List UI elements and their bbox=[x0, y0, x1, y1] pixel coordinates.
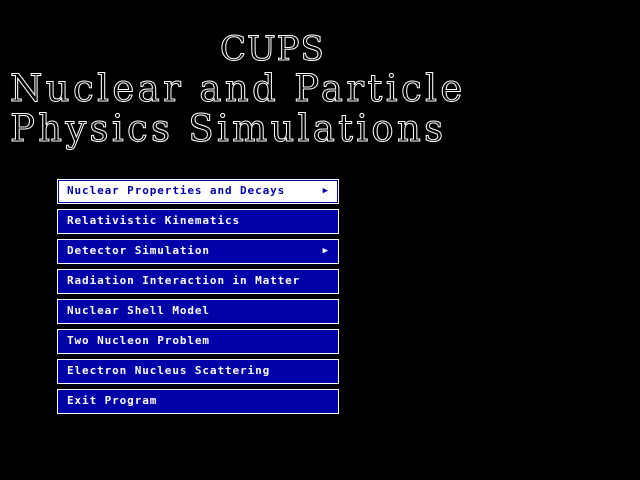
app-title: CUPS bbox=[220, 29, 325, 69]
menu-item-label: Nuclear Shell Model bbox=[67, 304, 210, 317]
menu-item-relativistic-kinematics[interactable]: Relativistic Kinematics bbox=[57, 209, 339, 234]
submenu-arrow-icon: ▶ bbox=[322, 186, 328, 196]
app-subtitle-line2: Physics Simulations bbox=[9, 107, 447, 150]
menu-item-label: Radiation Interaction in Matter bbox=[67, 274, 301, 287]
submenu-arrow-icon: ▶ bbox=[322, 246, 328, 256]
menu-item-label: Relativistic Kinematics bbox=[67, 214, 241, 227]
menu-item-nuclear-properties[interactable]: Nuclear Properties and Decays ▶ bbox=[57, 179, 339, 204]
menu-item-label: Two Nucleon Problem bbox=[67, 334, 210, 347]
menu-item-nuclear-shell-model[interactable]: Nuclear Shell Model bbox=[57, 299, 339, 324]
menu-item-electron-nucleus-scattering[interactable]: Electron Nucleus Scattering bbox=[57, 359, 339, 384]
menu-item-exit-program[interactable]: Exit Program bbox=[57, 389, 339, 414]
menu-item-label: Nuclear Properties and Decays bbox=[67, 184, 286, 197]
menu-item-detector-simulation[interactable]: Detector Simulation ▶ bbox=[57, 239, 339, 264]
menu-item-label: Exit Program bbox=[67, 394, 158, 407]
main-menu: Nuclear Properties and Decays ▶ Relativi… bbox=[57, 179, 339, 419]
menu-item-two-nucleon-problem[interactable]: Two Nucleon Problem bbox=[57, 329, 339, 354]
menu-item-label: Detector Simulation bbox=[67, 244, 210, 257]
app-subtitle-line1: Nuclear and Particle bbox=[10, 67, 466, 110]
menu-item-radiation-interaction[interactable]: Radiation Interaction in Matter bbox=[57, 269, 339, 294]
menu-item-label: Electron Nucleus Scattering bbox=[67, 364, 271, 377]
